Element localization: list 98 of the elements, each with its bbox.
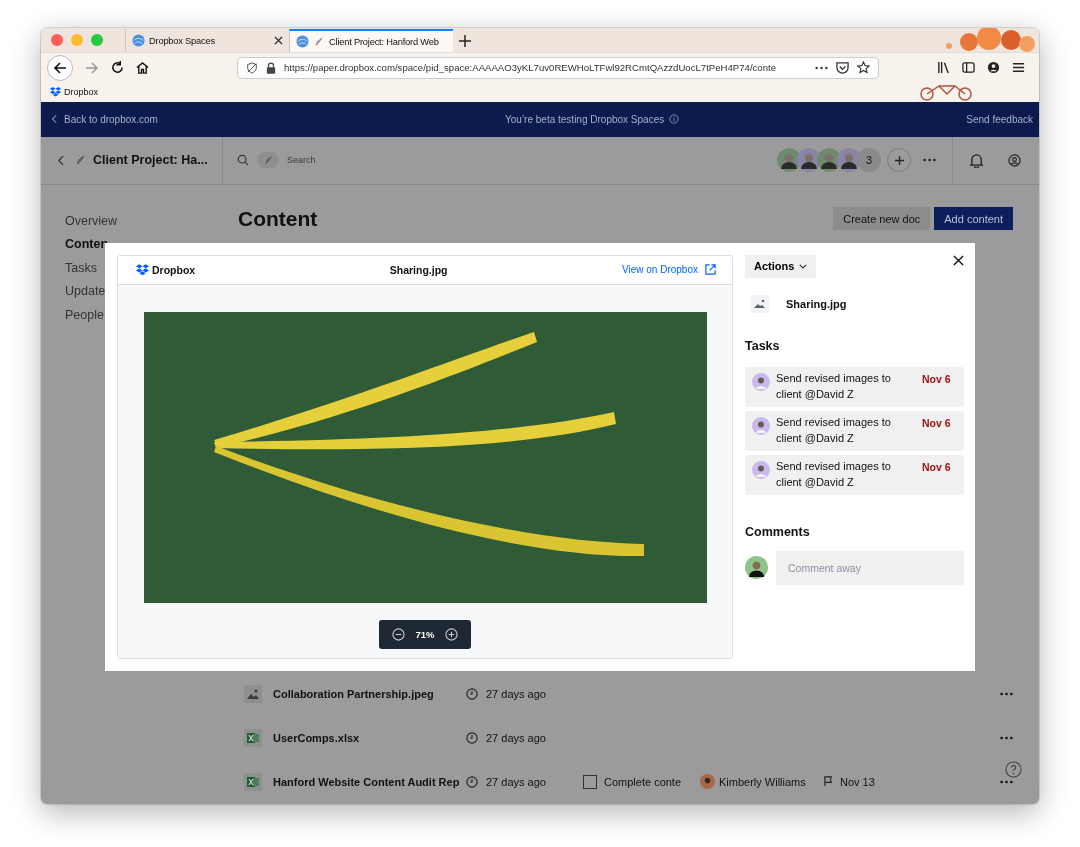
lock-icon xyxy=(266,61,276,74)
avatar-icon xyxy=(797,148,821,173)
close-icon[interactable] xyxy=(953,255,964,266)
bell-icon[interactable] xyxy=(969,153,984,168)
close-tab-icon[interactable] xyxy=(274,36,283,45)
more-icon[interactable] xyxy=(923,158,936,163)
avatar-icon xyxy=(700,774,715,790)
image-file-icon xyxy=(244,685,262,703)
file-name: Sharing.jpg xyxy=(786,298,847,310)
avatar-icon xyxy=(745,556,768,580)
feedback-link[interactable]: Send feedback xyxy=(966,113,1033,125)
address-bar[interactable]: https://paper.dropbox.com/space/pid_space:AAAAAO3yKL7uv0REWHoLTFwl92RCmtQAzzdUocL7tPeH4P74/conte xyxy=(237,56,879,79)
modified-time: 27 days ago xyxy=(486,776,547,788)
task-text: Send revised images to client @David Z xyxy=(776,415,892,446)
task-checkbox[interactable] xyxy=(583,775,597,789)
member-count[interactable]: 3 xyxy=(857,148,881,173)
comment-field[interactable]: Comment away xyxy=(776,551,964,585)
search-icon xyxy=(237,154,249,167)
file-name: Sharing.jpg xyxy=(389,264,448,276)
chevron-left-icon xyxy=(51,114,57,125)
file-name[interactable]: Hanford Website Content Audit Rep xyxy=(273,776,466,788)
view-on-dropbox-link[interactable]: View on Dropbox xyxy=(622,264,716,276)
back-button[interactable] xyxy=(47,54,73,81)
zoom-out-icon[interactable] xyxy=(392,628,406,641)
due-date: Nov 6 xyxy=(922,461,951,473)
flag-icon xyxy=(823,776,834,788)
back-arrow-icon xyxy=(53,60,67,75)
create-doc-button[interactable]: Create new doc xyxy=(833,207,931,231)
beta-message: You’re beta testing Dropbox Spaces xyxy=(505,113,665,125)
actions-button[interactable]: Actions xyxy=(745,255,817,278)
bookmark-link[interactable]: Dropbox xyxy=(50,87,99,98)
file-name[interactable]: Collaboration Partnership.jpeg xyxy=(273,688,466,700)
info-icon[interactable] xyxy=(669,114,680,125)
task-card[interactable]: Send revised images to client @David Z Nov 6 xyxy=(745,455,964,495)
tracking-shield-icon xyxy=(246,61,258,74)
globe-icon xyxy=(132,34,145,47)
back-link[interactable]: Back to dropbox.com xyxy=(51,113,158,125)
avatar-icon xyxy=(752,417,770,435)
sidebar-item[interactable]: Tasks xyxy=(65,260,97,277)
sidebar-item[interactable]: People xyxy=(65,307,104,324)
more-icon[interactable] xyxy=(815,65,828,70)
add-content-button[interactable]: Add content xyxy=(934,207,1013,231)
search-field[interactable]: Search xyxy=(287,155,387,166)
comments-heading: Comments xyxy=(745,525,810,539)
page-title: Content xyxy=(238,207,318,231)
image-file-icon xyxy=(751,295,769,313)
clock-icon xyxy=(466,732,478,744)
space-title: Client Project: Ha... xyxy=(93,153,208,168)
sidebar-item[interactable]: Conten xyxy=(65,236,109,253)
sidebar-item[interactable]: Update xyxy=(65,283,106,300)
star-icon[interactable] xyxy=(857,61,870,75)
home-icon[interactable] xyxy=(136,61,149,75)
back-chevron-icon[interactable] xyxy=(57,155,64,166)
dropbox-logo-icon xyxy=(50,87,61,98)
reload-icon[interactable] xyxy=(111,61,124,75)
assignee-name: Kimberly Williams xyxy=(719,776,807,788)
task-text: Send revised images to client @David Z xyxy=(776,459,892,490)
more-icon[interactable] xyxy=(1000,780,1013,784)
due-date: Nov 13 xyxy=(840,776,875,788)
globe-icon xyxy=(296,35,309,48)
due-date: Nov 6 xyxy=(922,373,951,385)
forward-icon[interactable] xyxy=(85,60,99,75)
dropbox-logo-icon xyxy=(136,264,149,276)
dropbox-logo: Dropbox xyxy=(136,264,196,276)
new-tab-icon[interactable] xyxy=(459,35,471,47)
account-icon[interactable] xyxy=(987,61,1000,75)
sidebar-item[interactable]: Overview xyxy=(65,213,118,230)
task-label: Complete conte xyxy=(604,776,683,788)
zoom-in-icon[interactable] xyxy=(444,628,458,641)
plus-icon xyxy=(893,155,905,166)
avatar-icon xyxy=(817,148,841,173)
due-date: Nov 6 xyxy=(922,417,951,429)
spreadsheet-file-icon xyxy=(244,773,262,791)
clock-icon xyxy=(466,776,478,788)
task-text: Send revised images to client @David Z xyxy=(776,371,892,402)
modified-time: 27 days ago xyxy=(486,688,547,700)
modified-time: 27 days ago xyxy=(486,732,547,744)
avatar-icon xyxy=(777,148,801,173)
chevron-down-icon xyxy=(799,264,808,269)
avatar-icon xyxy=(752,373,770,391)
task-card[interactable]: Send revised images to client @David Z Nov 6 xyxy=(745,411,964,451)
avatar-icon xyxy=(837,148,861,173)
browser-tab[interactable]: Client Project: Hanford Web xyxy=(289,29,453,52)
avatar-icon xyxy=(752,461,770,479)
external-link-icon xyxy=(705,264,716,276)
spreadsheet-file-icon xyxy=(244,729,262,747)
library-icon[interactable] xyxy=(937,61,950,75)
clock-icon xyxy=(466,688,478,700)
menu-icon[interactable] xyxy=(1012,61,1025,75)
zoom-level: 71% xyxy=(415,629,435,640)
task-card[interactable]: Send revised images to client @David Z Nov 6 xyxy=(745,367,964,407)
tasks-heading: Tasks xyxy=(745,339,780,353)
pocket-icon[interactable] xyxy=(836,61,849,75)
help-icon[interactable] xyxy=(1005,761,1022,778)
more-icon[interactable] xyxy=(1000,692,1013,696)
file-name[interactable]: UserComps.xlsx xyxy=(273,732,466,744)
sidebar-icon[interactable] xyxy=(962,61,975,75)
more-icon[interactable] xyxy=(1000,736,1013,740)
